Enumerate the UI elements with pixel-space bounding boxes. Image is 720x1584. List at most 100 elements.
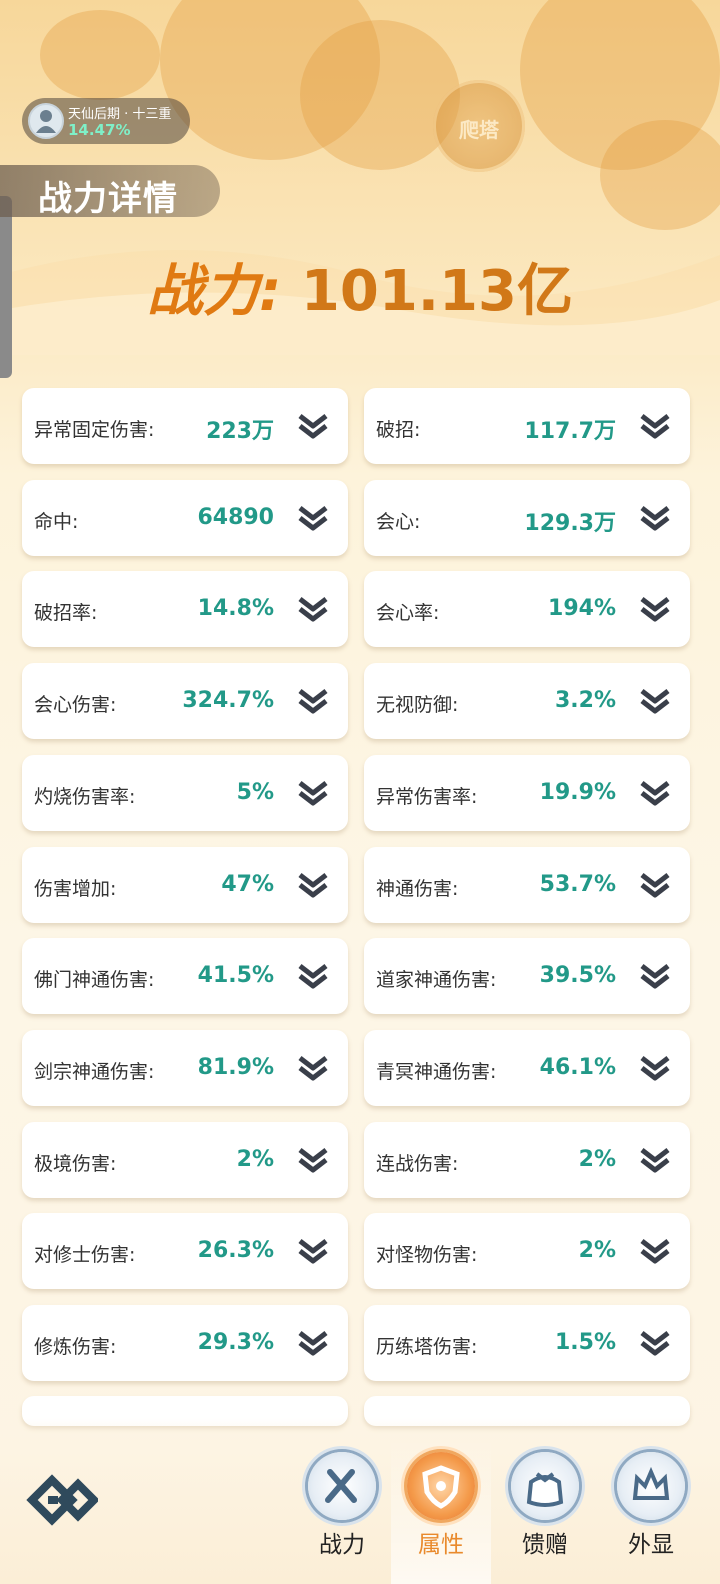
expand-chevron-icon[interactable] [296,1052,330,1084]
expand-chevron-icon[interactable] [638,1327,672,1359]
stat-card: 道家神通伤害: 39.5% [364,938,690,1014]
tab-label: 外显 [628,1532,674,1558]
tab-attributes[interactable]: 属性 [391,1440,491,1584]
stat-label: 命中: [34,511,79,533]
stat-label: 道家神通伤害: [376,969,497,991]
stat-card: 会心率: 194% [364,571,690,647]
stat-value: 41.5% [197,963,274,988]
stat-card: 对修士伤害: 26.3% [22,1213,348,1289]
stat-card: 灼烧伤害率: 5% [22,755,348,831]
expand-chevron-icon[interactable] [638,1144,672,1176]
crown-icon [617,1452,685,1520]
combat-power: 战力: 101.13亿 [0,246,720,327]
tab-appearance[interactable]: 外显 [601,1440,701,1584]
tower-button-label: 爬塔 [459,118,499,142]
stat-card: 破招率: 14.8% [22,571,348,647]
stat-card: 异常固定伤害: 223万 [22,388,348,464]
expand-chevron-icon[interactable] [296,1144,330,1176]
stat-label: 会心: [376,511,421,533]
stat-label: 伤害增加: [34,878,117,900]
stat-value: 5% [236,780,274,805]
expand-chevron-icon[interactable] [296,869,330,901]
stat-label: 极境伤害: [34,1153,117,1175]
stat-value: 194% [548,596,616,621]
stat-card: 无视防御: 3.2% [364,663,690,739]
stat-card: 伤害增加: 47% [22,847,348,923]
stat-card: 剑宗神通伤害: 81.9% [22,1030,348,1106]
stat-card: 历练塔伤害: 1.5% [364,1305,690,1381]
expand-chevron-icon[interactable] [296,685,330,717]
expand-chevron-icon[interactable] [638,410,672,442]
stat-value: 64890 [197,505,274,530]
stat-card: 对怪物伤害: 2% [364,1213,690,1289]
expand-chevron-icon[interactable] [296,410,330,442]
cultivator-icon [36,110,56,133]
stat-label: 历练塔伤害: [376,1336,478,1358]
stat-value: 29.3% [197,1330,274,1355]
expand-chevron-icon[interactable] [638,1052,672,1084]
realm-level-badge[interactable]: 天仙后期 · 十三重 14.47% [22,98,190,144]
stat-label: 连战伤害: [376,1153,459,1175]
stat-value: 19.9% [539,780,616,805]
stat-label: 破招率: [34,602,98,624]
stat-label: 无视防御: [376,694,459,716]
expand-chevron-icon[interactable] [296,593,330,625]
stat-value: 39.5% [539,963,616,988]
stat-label: 会心率: [376,602,440,624]
stat-value: 223万 [206,419,274,444]
stat-card: 修炼伤害: 29.3% [22,1305,348,1381]
expand-chevron-icon[interactable] [638,960,672,992]
shield-icon [407,1452,475,1520]
stat-value: 324.7% [182,688,274,713]
stat-value: 26.3% [197,1238,274,1263]
stat-label: 对怪物伤害: [376,1244,478,1266]
stat-card: 破招: 117.7万 [364,388,690,464]
stat-card: 会心: 129.3万 [364,480,690,556]
stat-label: 灼烧伤害率: [34,786,136,808]
stat-value: 129.3万 [524,511,616,536]
expand-chevron-icon[interactable] [296,502,330,534]
stat-value: 53.7% [539,872,616,897]
expand-chevron-icon[interactable] [638,593,672,625]
stat-value: 14.8% [197,596,274,621]
combat-power-label: 战力: [146,259,282,324]
expand-chevron-icon[interactable] [638,685,672,717]
stat-value: 2% [578,1238,616,1263]
stat-card: 会心伤害: 324.7% [22,663,348,739]
expand-chevron-icon[interactable] [638,777,672,809]
stat-value: 1.5% [554,1330,616,1355]
tab-label: 战力 [319,1532,365,1558]
combat-power-value: 101.13亿 [300,259,573,324]
stat-card: 佛门神通伤害: 41.5% [22,938,348,1014]
stat-card: 连战伤害: 2% [364,1122,690,1198]
tab-label: 属性 [418,1532,464,1558]
stat-card: 极境伤害: 2% [22,1122,348,1198]
expand-chevron-icon[interactable] [638,869,672,901]
stat-card: 青冥神通伤害: 46.1% [364,1030,690,1106]
tab-label: 馈赠 [522,1532,568,1558]
realm-level-title: 天仙后期 · 十三重 [68,107,172,122]
stat-value: 2% [236,1147,274,1172]
tower-button[interactable]: 爬塔 [433,80,525,172]
stat-value: 81.9% [197,1055,274,1080]
tab-gifts[interactable]: 馈赠 [495,1440,595,1584]
stat-card: 命中: 64890 [22,480,348,556]
stat-value: 3.2% [554,688,616,713]
expand-chevron-icon[interactable] [296,1235,330,1267]
stat-value: 117.7万 [524,419,616,444]
expand-chevron-icon[interactable] [296,960,330,992]
expand-chevron-icon[interactable] [638,502,672,534]
expand-chevron-icon[interactable] [296,1327,330,1359]
home-logo-icon[interactable] [24,1470,98,1530]
stat-value: 47% [221,872,274,897]
stat-label: 异常伤害率: [376,786,478,808]
stat-label: 神通伤害: [376,878,459,900]
page-title-bar: 战力详情 [0,165,220,219]
stat-label: 修炼伤害: [34,1336,117,1358]
stat-value: 2% [578,1147,616,1172]
stat-label: 剑宗神通伤害: [34,1061,155,1083]
tab-combat-power[interactable]: 战力 [292,1440,392,1584]
expand-chevron-icon[interactable] [638,1235,672,1267]
stat-label: 青冥神通伤害: [376,1061,497,1083]
expand-chevron-icon[interactable] [296,777,330,809]
